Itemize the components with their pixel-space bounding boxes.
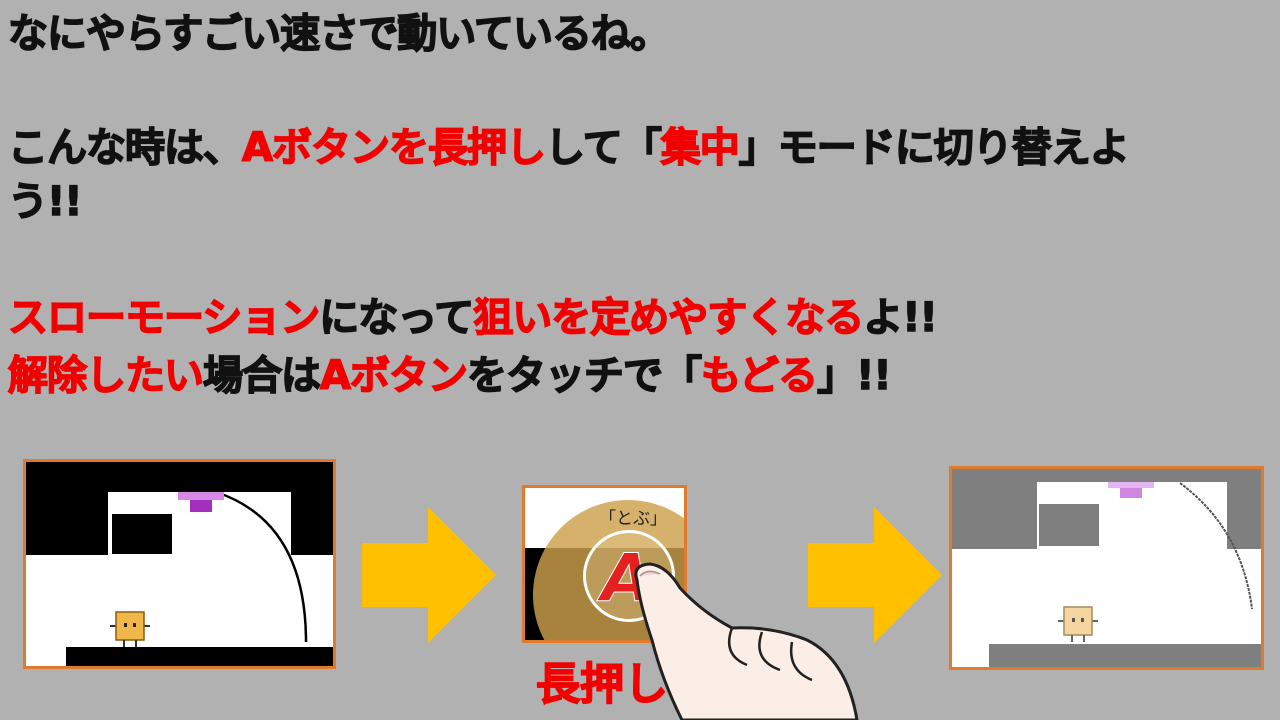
goal-marker-icon-dim (1108, 482, 1154, 498)
line5-text-f: 」!! (816, 352, 892, 400)
line1-text: なにやらすごい速さで動いているね。 (7, 10, 671, 58)
line5-highlight-return: もどる (700, 352, 819, 400)
line2-highlight-focus: 集中 (660, 124, 741, 172)
goal-marker-icon (178, 492, 224, 512)
arrow-right-icon-1 (362, 507, 496, 643)
instruction-line-5: 解除したい場合はAボタンをタッチで「もどる」!! (7, 352, 892, 400)
line5-highlight-cancel: 解除したい (7, 352, 205, 400)
game-scene-focus-panel (949, 466, 1264, 670)
button-label: 「とぶ」 (599, 509, 667, 529)
line2-text-c: して「 (544, 124, 662, 172)
line4-highlight-slowmo: スローモーション (7, 294, 321, 342)
arrow-right-icon-2 (808, 507, 942, 643)
line5-text-d: をタッチで「 (466, 352, 703, 400)
line2-text-e: 」モードに切り替えよ (738, 124, 1131, 172)
instruction-line-4: スローモーションになって狙いを定めやすくなるよ!! (7, 294, 938, 342)
line2-text-a: こんな時は、 (7, 124, 244, 172)
line3-text: う!! (7, 178, 83, 226)
line4-text-d: よ!! (862, 294, 938, 342)
instruction-line-3: う!! (7, 178, 83, 226)
line4-text-b: になって (318, 294, 475, 342)
player-character-icon-dim (1058, 606, 1098, 642)
long-press-caption: 長押し (535, 658, 669, 711)
player-character-icon (110, 611, 150, 647)
line2-highlight-a-button: Aボタンを長押し (241, 124, 546, 172)
instruction-line-1: なにやらすごい速さで動いているね。 (7, 10, 671, 58)
game-scene-normal-panel (23, 459, 336, 669)
instruction-line-2: こんな時は、Aボタンを長押しして「集中」モードに切り替えよ (7, 124, 1131, 172)
line5-highlight-a-button: Aボタン (319, 352, 468, 400)
line4-highlight-aim: 狙いを定めやすくなる (472, 294, 865, 342)
line5-text-b: 場合は (202, 352, 322, 400)
